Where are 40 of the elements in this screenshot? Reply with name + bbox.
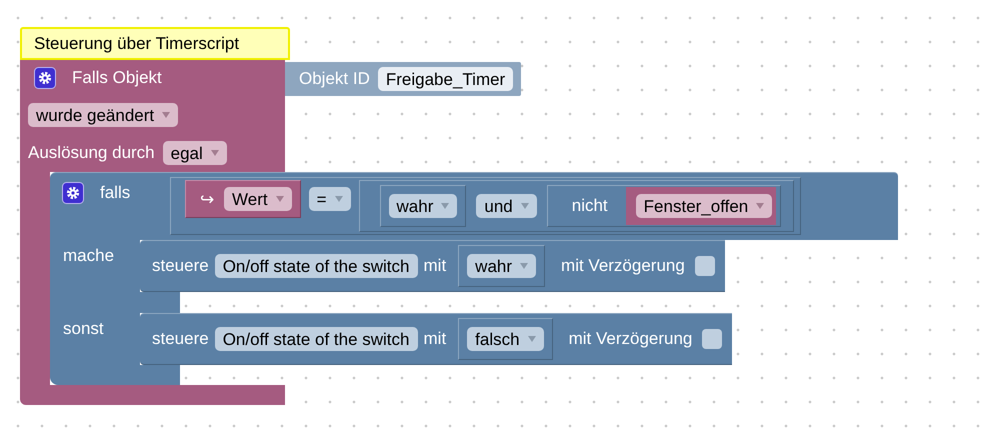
block-label: Auslösung durch xyxy=(28,143,155,163)
delay-checkbox[interactable] xyxy=(694,256,715,276)
source-dropdown[interactable]: egal xyxy=(162,141,227,165)
state-field[interactable]: On/off state of the switch xyxy=(214,327,418,351)
block-label: falls xyxy=(100,183,130,203)
caret-icon xyxy=(528,336,536,342)
block-label: steuere xyxy=(152,329,209,349)
block-label: nicht xyxy=(572,196,608,216)
block-label: mit xyxy=(424,256,446,276)
delay-checkbox[interactable] xyxy=(702,329,722,349)
block-label: mache xyxy=(63,246,114,265)
caret-icon xyxy=(276,196,284,202)
caret-icon xyxy=(520,203,529,209)
settings-icon[interactable] xyxy=(62,182,84,204)
comment-bubble[interactable]: Steuerung über Timerscript xyxy=(20,27,290,60)
block-label: sonst xyxy=(63,319,104,338)
caret-icon xyxy=(756,203,764,209)
object-field[interactable]: Freigabe_Timer xyxy=(378,67,514,91)
block-label: steuere xyxy=(152,256,209,276)
value-dropdown[interactable]: wahr xyxy=(388,194,458,218)
value-dropdown[interactable]: wahr xyxy=(467,254,536,278)
caret-icon xyxy=(210,150,219,156)
operator-dropdown[interactable]: und xyxy=(476,194,537,218)
block-label: Falls Objekt xyxy=(72,68,162,88)
event-dropdown[interactable]: wurde geändert xyxy=(28,103,178,127)
state-field[interactable]: On/off state of the switch xyxy=(214,254,418,278)
caret-icon xyxy=(334,196,343,202)
block-label: mit Verzögerung xyxy=(568,329,692,349)
variable-dropdown[interactable]: Fenster_offen xyxy=(636,194,772,218)
caret-icon xyxy=(162,112,170,118)
arrow-icon: ↪ xyxy=(200,188,214,210)
caret-icon xyxy=(520,263,528,269)
operator-dropdown[interactable]: = xyxy=(308,187,351,211)
block-label: mit xyxy=(424,329,446,349)
settings-icon[interactable] xyxy=(34,67,56,89)
caret-icon xyxy=(441,203,450,209)
block-label: mit Verzögerung xyxy=(561,256,685,276)
value-dropdown[interactable]: falsch xyxy=(467,327,544,351)
variable-dropdown[interactable]: Wert xyxy=(224,187,292,211)
block-label: Objekt ID xyxy=(299,69,370,89)
